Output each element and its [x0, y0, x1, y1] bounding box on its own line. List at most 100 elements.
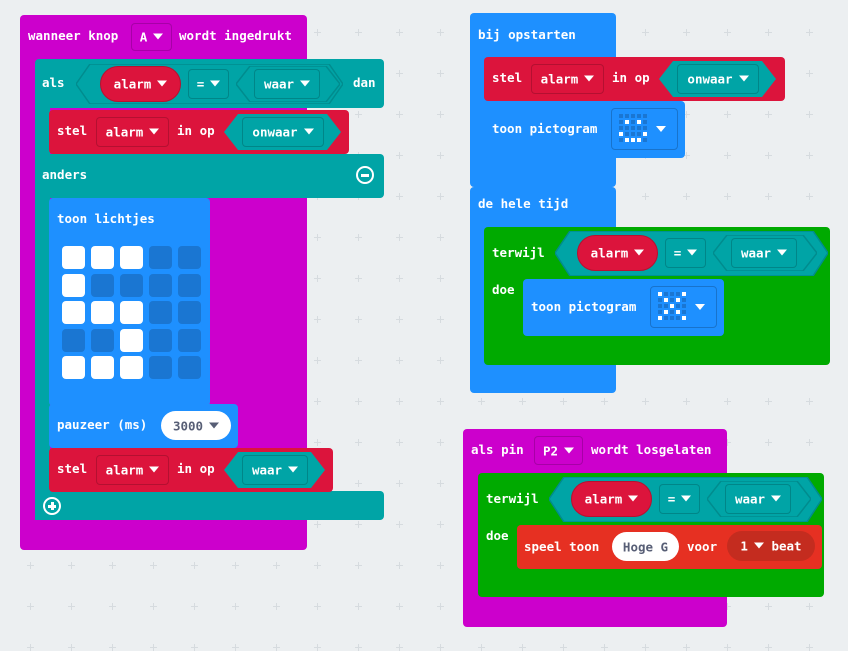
led-cell[interactable]	[91, 356, 114, 379]
grid-cross	[194, 603, 195, 610]
led-cell[interactable]	[149, 301, 172, 324]
grid-cross	[440, 29, 441, 36]
led-cell[interactable]	[120, 246, 143, 269]
led-cell[interactable]	[178, 301, 201, 324]
set-value-dropdown[interactable]: waar	[242, 455, 308, 485]
set-variable-dropdown[interactable]: alarm	[96, 455, 169, 485]
add-else-if-icon[interactable]	[43, 497, 61, 515]
grid-cross	[399, 193, 400, 200]
grid-cross	[317, 316, 318, 323]
if-variable-alarm[interactable]: alarm	[100, 66, 181, 102]
led-cell[interactable]	[149, 328, 172, 352]
set-label: stel	[492, 70, 523, 85]
led-cell[interactable]	[62, 301, 85, 324]
led-cell[interactable]	[91, 246, 114, 269]
grid-cross	[481, 398, 482, 405]
led-cell[interactable]	[91, 273, 114, 297]
led-grid[interactable]	[62, 246, 207, 381]
while-value-dropdown[interactable]: waar	[725, 484, 791, 514]
grid-cross	[686, 152, 687, 159]
led-cell[interactable]	[120, 356, 143, 379]
grid-cross	[399, 603, 400, 610]
led-cell[interactable]	[149, 246, 172, 269]
grid-cross	[727, 193, 728, 200]
grid-cross	[71, 562, 72, 569]
led-cell[interactable]	[149, 273, 172, 297]
show-icon-label: toon pictogram	[531, 299, 637, 314]
led-cell[interactable]	[120, 301, 143, 324]
icon-pixel	[625, 114, 629, 118]
set-value-dropdown[interactable]: onwaar	[242, 117, 324, 147]
icon-pixel	[619, 120, 623, 124]
remove-else-icon[interactable]	[356, 166, 374, 184]
else-label: anders	[42, 167, 88, 182]
pause-value-input[interactable]: 3000	[161, 411, 231, 440]
grid-cross	[522, 398, 523, 405]
grid-cross	[727, 644, 728, 651]
led-cell[interactable]	[62, 273, 85, 297]
while-variable-alarm[interactable]: alarm	[577, 235, 658, 271]
grid-cross	[399, 316, 400, 323]
if-value-dropdown[interactable]: waar	[254, 69, 320, 99]
beats-dropdown[interactable]: 1 beat	[727, 531, 815, 561]
led-cell[interactable]	[149, 356, 172, 379]
grid-cross	[645, 29, 646, 36]
then-label: dan	[353, 75, 376, 90]
led-cell[interactable]	[91, 328, 114, 352]
icon-pixel	[664, 304, 668, 308]
show-leds-label: toon lichtjes	[57, 211, 155, 226]
led-cell[interactable]	[178, 273, 201, 297]
else-row	[35, 154, 384, 198]
led-cell[interactable]	[120, 273, 143, 297]
grid-cross	[194, 644, 195, 651]
grid-cross	[276, 562, 277, 569]
led-cell[interactable]	[178, 356, 201, 379]
set-variable-dropdown[interactable]: alarm	[96, 117, 169, 147]
while-value-dropdown[interactable]: waar	[731, 238, 797, 268]
led-cell[interactable]	[62, 328, 85, 352]
grid-cross	[317, 234, 318, 241]
led-cell[interactable]	[62, 356, 85, 379]
grid-cross	[768, 111, 769, 118]
pin-dropdown[interactable]: P2	[534, 436, 583, 465]
icon-pixel	[643, 114, 647, 118]
note-input[interactable]: Hoge G	[612, 532, 679, 561]
while-label: terwijl	[492, 245, 545, 260]
while-operator-dropdown[interactable]: =	[659, 484, 700, 514]
button-dropdown-value: A	[132, 30, 171, 45]
set-label: stel	[57, 461, 88, 476]
grid-cross	[358, 439, 359, 446]
icon-dropdown-happy[interactable]	[611, 108, 678, 150]
icon-dropdown-no[interactable]	[650, 286, 717, 328]
grid-cross	[317, 521, 318, 528]
play-tone-label: speel toon	[524, 539, 600, 554]
grid-cross	[71, 603, 72, 610]
grid-cross	[727, 398, 728, 405]
grid-cross	[686, 111, 687, 118]
led-cell[interactable]	[62, 246, 85, 269]
icon-pixel	[625, 126, 629, 130]
do-label: doe	[486, 528, 509, 543]
led-cell[interactable]	[178, 328, 201, 352]
grid-cross	[358, 111, 359, 118]
led-cell[interactable]	[91, 301, 114, 324]
grid-cross	[768, 398, 769, 405]
set-variable-dropdown[interactable]: alarm	[531, 64, 604, 94]
grid-cross	[399, 644, 400, 651]
grid-cross	[768, 439, 769, 446]
icon-pixel	[676, 304, 680, 308]
grid-cross	[358, 603, 359, 610]
while-operator-dropdown[interactable]: =	[665, 238, 706, 268]
grid-cross	[727, 152, 728, 159]
if-operator-dropdown[interactable]: =	[188, 69, 229, 99]
grid-cross	[399, 480, 400, 487]
led-cell[interactable]	[178, 246, 201, 269]
led-cell[interactable]	[120, 328, 143, 352]
grid-cross	[768, 193, 769, 200]
grid-cross	[399, 111, 400, 118]
grid-cross	[399, 398, 400, 405]
grid-cross	[153, 562, 154, 569]
while-variable-alarm[interactable]: alarm	[571, 481, 652, 517]
button-dropdown[interactable]: A	[131, 23, 172, 51]
set-value-dropdown[interactable]: onwaar	[677, 64, 759, 94]
